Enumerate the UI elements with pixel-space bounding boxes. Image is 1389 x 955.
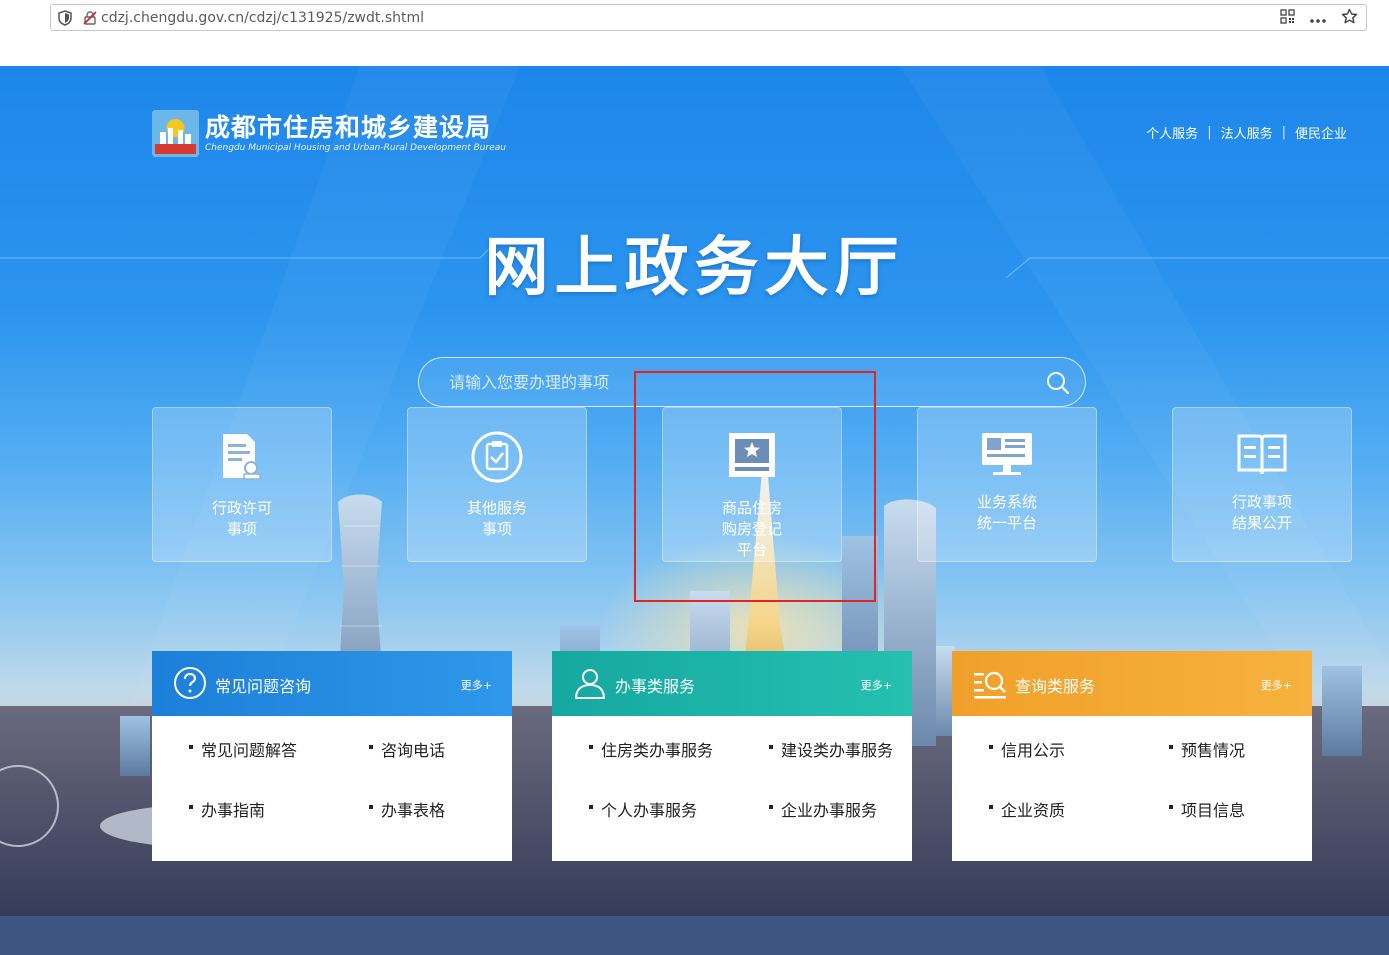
panel-title: 办事类服务 [615, 677, 696, 696]
list-item[interactable]: 办事表格 [368, 797, 445, 821]
insecure-lock-icon[interactable] [79, 10, 101, 26]
monitor-icon [918, 430, 1096, 488]
clipboard-check-icon [408, 430, 586, 488]
document-stamp-icon [153, 430, 331, 488]
page-title: 网上政务大厅 [484, 231, 905, 305]
tile-unified-business-platform[interactable]: 业务系统 统一平台 [917, 407, 1097, 562]
tile-administrative-results-public[interactable]: 行政事项 结果公开 [1172, 407, 1352, 562]
more-link[interactable]: 更多+ [861, 677, 892, 693]
list-item[interactable]: 企业资质 [988, 797, 1065, 821]
panel-header: 常见问题咨询 更多+ [152, 651, 512, 716]
more-link[interactable]: 更多+ [461, 677, 492, 693]
user-icon [572, 665, 608, 701]
tile-label: 行政许可 事项 [211, 499, 272, 538]
nav-separator: | [1207, 125, 1212, 140]
nav-legal-person-service[interactable]: 法人服务 [1221, 123, 1273, 142]
list-item[interactable]: 个人办事服务 [588, 797, 697, 821]
qr-code-icon[interactable] [1280, 9, 1295, 28]
list-item[interactable]: 项目信息 [1168, 797, 1245, 821]
nav-separator: | [1281, 125, 1286, 140]
top-nav: 个人服务 | 法人服务 | 便民企业 [1146, 123, 1347, 142]
list-item[interactable]: 办事指南 [188, 797, 265, 821]
url-text[interactable]: cdzj.chengdu.gov.cn/cdzj/c131925/zwdt.sh… [101, 10, 424, 26]
highlight-box [634, 371, 876, 602]
panel-faq: 常见问题咨询 更多+ 常见问题解答 咨询电话 办事指南 办事表格 [152, 651, 512, 861]
tile-administrative-license[interactable]: 行政许可 事项 [152, 407, 332, 562]
panel-header: 办事类服务 更多+ [552, 651, 912, 716]
address-bar[interactable]: cdzj.chengdu.gov.cn/cdzj/c131925/zwdt.sh… [50, 4, 1367, 31]
org-name-en: Chengdu Municipal Housing and Urban-Rura… [205, 142, 506, 153]
bookmark-star-icon[interactable] [1341, 8, 1358, 29]
search-list-icon [972, 665, 1008, 701]
more-icon[interactable] [1309, 9, 1327, 28]
more-link[interactable]: 更多+ [1261, 677, 1292, 693]
panel-title: 查询类服务 [1015, 677, 1096, 696]
logo-badge [152, 110, 199, 157]
list-item[interactable]: 住房类办事服务 [588, 737, 713, 761]
org-logo[interactable]: 成都市住房和城乡建设局 Chengdu Municipal Housing an… [152, 110, 506, 157]
list-item[interactable]: 信用公示 [988, 737, 1065, 761]
panel-header: 查询类服务 更多+ [952, 651, 1312, 716]
tile-label: 行政事项 结果公开 [1231, 493, 1292, 532]
list-item[interactable]: 建设类办事服务 [768, 737, 893, 761]
search-icon[interactable] [1045, 370, 1071, 396]
list-item[interactable]: 常见问题解答 [188, 737, 297, 761]
nav-convenience-enterprise[interactable]: 便民企业 [1295, 123, 1347, 142]
service-tiles: 行政许可 事项 其他服务 事项 商品住房 购房登记 平台 业务系统 统一平台 行… [0, 371, 1389, 602]
tile-label: 其他服务 事项 [466, 499, 527, 538]
panel-title: 常见问题咨询 [215, 677, 312, 696]
open-book-icon [1173, 430, 1351, 488]
panel-query-services: 查询类服务 更多+ 信用公示 预售情况 企业资质 项目信息 [952, 651, 1312, 861]
tile-other-services[interactable]: 其他服务 事项 [407, 407, 587, 562]
tile-label: 业务系统 统一平台 [976, 493, 1037, 532]
nav-personal-service[interactable]: 个人服务 [1146, 123, 1198, 142]
shield-icon[interactable] [51, 9, 79, 26]
sun-city-emblem-icon [152, 110, 199, 157]
panel-business-services: 办事类服务 更多+ 住房类办事服务 建设类办事服务 个人办事服务 企业办事服务 [552, 651, 912, 861]
list-item[interactable]: 预售情况 [1168, 737, 1245, 761]
list-item[interactable]: 咨询电话 [368, 737, 445, 761]
question-circle-icon [172, 665, 208, 701]
browser-chrome: cdzj.chengdu.gov.cn/cdzj/c131925/zwdt.sh… [0, 0, 1389, 66]
list-item[interactable]: 企业办事服务 [768, 797, 877, 821]
org-name-cn: 成都市住房和城乡建设局 [205, 112, 492, 142]
